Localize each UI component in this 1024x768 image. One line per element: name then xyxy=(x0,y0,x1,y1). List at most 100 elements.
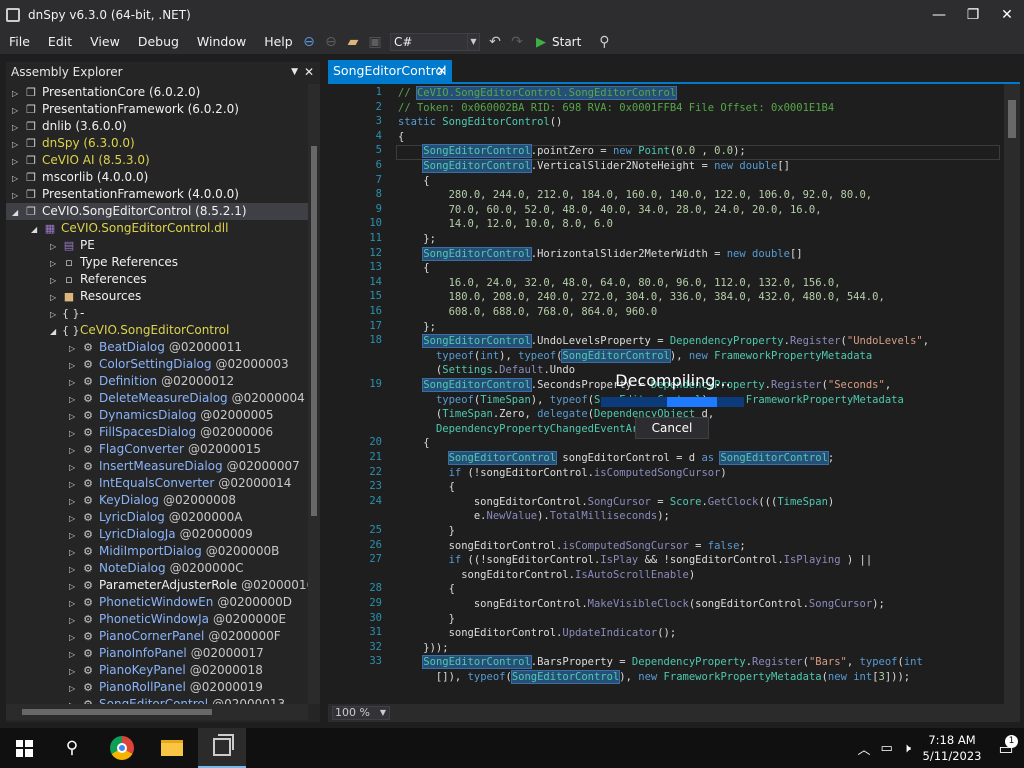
tree-node[interactable]: ▷ ⚙ BeatDialog @02000011 xyxy=(6,339,308,356)
expand-arrow-icon[interactable]: ▷ xyxy=(69,629,79,646)
tree-node[interactable]: ▷ ⚙ FlagConverter @02000015 xyxy=(6,441,308,458)
tree-node[interactable]: ▷ ❐ dnSpy (6.3.0.0) xyxy=(6,135,308,152)
language-select[interactable]: C# ▼ xyxy=(390,33,480,51)
expand-arrow-icon[interactable]: ▷ xyxy=(50,255,60,272)
expand-arrow-icon[interactable]: ▷ xyxy=(69,510,79,527)
tree-node[interactable]: ▷ ❐ mscorlib (4.0.0.0) xyxy=(6,169,308,186)
tree-horizontal-scrollbar[interactable] xyxy=(6,704,308,720)
tree-node[interactable]: ▷ ⚙ PhoneticWindowJa @0200000E xyxy=(6,611,308,628)
menu-file[interactable]: File xyxy=(0,30,39,54)
tree-node[interactable]: ▷ ⚙ PhoneticWindowEn @0200000D xyxy=(6,594,308,611)
collapse-arrow-icon[interactable]: ◢ xyxy=(31,221,41,238)
tree-node[interactable]: ▷ ⚙ PianoKeyPanel @02000018 xyxy=(6,662,308,679)
menu-view[interactable]: View xyxy=(81,30,129,54)
tree-node[interactable]: ▷ ⚙ ParameterAdjusterRole @02000016 xyxy=(6,577,308,594)
expand-arrow-icon[interactable]: ▷ xyxy=(12,85,22,102)
tree-node[interactable]: ▷ ⚙ LyricDialogJa @02000009 xyxy=(6,526,308,543)
dnspy-taskbar-button[interactable] xyxy=(198,728,246,768)
expand-arrow-icon[interactable]: ▷ xyxy=(69,544,79,561)
expand-arrow-icon[interactable]: ▷ xyxy=(12,153,22,170)
tree-node[interactable]: ▷⚙ SongEditorControl@02000013 xyxy=(6,696,308,704)
cancel-button[interactable]: Cancel xyxy=(635,417,709,439)
clock[interactable]: 7:18 AM 5/11/2023 xyxy=(916,732,988,764)
tree-node[interactable]: ▷ ⚙ PianoCornerPanel @0200000F xyxy=(6,628,308,645)
menu-debug[interactable]: Debug xyxy=(129,30,188,54)
expand-arrow-icon[interactable]: ▷ xyxy=(50,306,60,323)
expand-arrow-icon[interactable]: ▷ xyxy=(69,459,79,476)
menu-help[interactable]: Help xyxy=(255,30,302,54)
save-icon[interactable]: ▣ xyxy=(364,31,386,53)
notification-center-icon[interactable]: ▭ 1 xyxy=(988,734,1024,758)
expand-arrow-icon[interactable]: ▷ xyxy=(12,119,22,136)
tree-node[interactable]: ▷ ▫ References xyxy=(6,271,308,288)
tree-node[interactable]: ▷{ }- xyxy=(6,305,308,322)
redo-icon[interactable]: ↷ xyxy=(506,31,528,53)
volume-icon[interactable]: 🕨 xyxy=(903,741,911,756)
tree-node[interactable]: ▷ ⚙ KeyDialog @02000008 xyxy=(6,492,308,509)
expand-arrow-icon[interactable]: ▷ xyxy=(69,425,79,442)
undo-icon[interactable]: ↶ xyxy=(484,31,506,53)
expand-arrow-icon[interactable]: ▷ xyxy=(69,357,79,374)
tree-node[interactable]: ▷ ⚙ DynamicsDialog @02000005 xyxy=(6,407,308,424)
navigate-forward-icon[interactable]: ⊖ xyxy=(320,31,342,53)
tree-vertical-scroll-thumb[interactable] xyxy=(311,146,317,516)
open-folder-icon[interactable]: ▰ xyxy=(342,31,364,53)
expand-arrow-icon[interactable]: ▷ xyxy=(69,663,79,680)
chrome-taskbar-button[interactable] xyxy=(98,728,146,768)
tree-node[interactable]: ▷ ❐ dnlib (3.6.0.0) xyxy=(6,118,308,135)
tree-node[interactable]: ◢ ❐ CeVIO.SongEditorControl (8.5.2.1) xyxy=(6,203,308,220)
expand-arrow-icon[interactable]: ▷ xyxy=(69,561,79,578)
tree-node[interactable]: ◢ ▦ CeVIO.SongEditorControl.dll xyxy=(6,220,308,237)
expand-arrow-icon[interactable]: ▷ xyxy=(69,612,79,629)
expand-arrow-icon[interactable]: ▷ xyxy=(69,476,79,493)
tree-vertical-scrollbar[interactable] xyxy=(308,84,320,704)
tree-node[interactable]: ▷ ⚙ LyricDialog @0200000A xyxy=(6,509,308,526)
search-icon[interactable]: ⚲ xyxy=(593,31,615,53)
expand-arrow-icon[interactable]: ▷ xyxy=(12,170,22,187)
expand-arrow-icon[interactable]: ▷ xyxy=(69,578,79,595)
collapse-arrow-icon[interactable]: ◢ xyxy=(12,204,22,221)
chevron-up-icon[interactable]: ︿ xyxy=(857,739,870,758)
tree-node[interactable]: ▷ ⚙ PianoRollPanel @02000019 xyxy=(6,679,308,696)
expand-arrow-icon[interactable]: ▷ xyxy=(12,187,22,204)
tree-node[interactable]: ▷ ⚙ Definition @02000012 xyxy=(6,373,308,390)
expand-arrow-icon[interactable]: ▷ xyxy=(69,408,79,425)
tree-horizontal-scroll-thumb[interactable] xyxy=(22,709,212,715)
expand-arrow-icon[interactable]: ▷ xyxy=(12,102,22,119)
expand-arrow-icon[interactable]: ▷ xyxy=(69,493,79,510)
navigate-back-icon[interactable]: ⊖ xyxy=(298,31,320,53)
tree-node[interactable]: ▷ ⚙ FillSpacesDialog @02000006 xyxy=(6,424,308,441)
expand-arrow-icon[interactable]: ▷ xyxy=(69,595,79,612)
close-window-button[interactable]: ✕ xyxy=(990,0,1024,30)
close-tab-icon[interactable]: ✕ xyxy=(437,60,447,82)
tree-node[interactable]: ▷ ⚙ IntEqualsConverter @02000014 xyxy=(6,475,308,492)
expand-arrow-icon[interactable]: ▷ xyxy=(69,391,79,408)
expand-arrow-icon[interactable]: ▷ xyxy=(69,527,79,544)
editor-vertical-scrollbar[interactable] xyxy=(1004,84,1020,704)
panel-menu-icon[interactable]: ▼ xyxy=(291,62,298,82)
collapse-arrow-icon[interactable]: ◢ xyxy=(50,323,60,340)
maximize-button[interactable]: ❐ xyxy=(956,0,990,30)
tree-node[interactable]: ▷ ▤ PE xyxy=(6,237,308,254)
expand-arrow-icon[interactable]: ▷ xyxy=(69,680,79,697)
minimize-button[interactable]: — xyxy=(922,0,956,30)
expand-arrow-icon[interactable]: ▷ xyxy=(69,646,79,663)
editor-horizontal-scrollbar[interactable] xyxy=(398,708,998,718)
menu-window[interactable]: Window xyxy=(188,30,255,54)
zoom-select[interactable]: 100 % ▼ xyxy=(332,706,390,720)
code-editor[interactable]: 1 2 3 4 5 6 7 8 9 10 11 12 13 14 15 16 17 18 19 20 21 22 23 24 2… xyxy=(328,84,1020,704)
tree-node[interactable]: ▷ ⚙ DeleteMeasureDialog @02000004 xyxy=(6,390,308,407)
expand-arrow-icon[interactable]: ▷ xyxy=(69,697,79,704)
file-explorer-taskbar-button[interactable] xyxy=(148,728,196,768)
start-button[interactable] xyxy=(0,728,48,768)
expand-arrow-icon[interactable]: ▷ xyxy=(50,238,60,255)
expand-arrow-icon[interactable]: ▷ xyxy=(50,272,60,289)
start-debug-button[interactable]: ▶ Start xyxy=(536,35,581,50)
tree-node[interactable]: ▷ ▫ Type References xyxy=(6,254,308,271)
close-panel-icon[interactable]: ✕ xyxy=(304,62,314,82)
tree-node[interactable]: ▷ ⚙ PianoInfoPanel @02000017 xyxy=(6,645,308,662)
tree-node[interactable]: ◢{ }CeVIO.SongEditorControl xyxy=(6,322,308,339)
expand-arrow-icon[interactable]: ▷ xyxy=(12,136,22,153)
taskbar-search-icon[interactable]: ⚲ xyxy=(48,728,96,768)
tree-node[interactable]: ▷ ❐ CeVIO AI (8.5.3.0) xyxy=(6,152,308,169)
